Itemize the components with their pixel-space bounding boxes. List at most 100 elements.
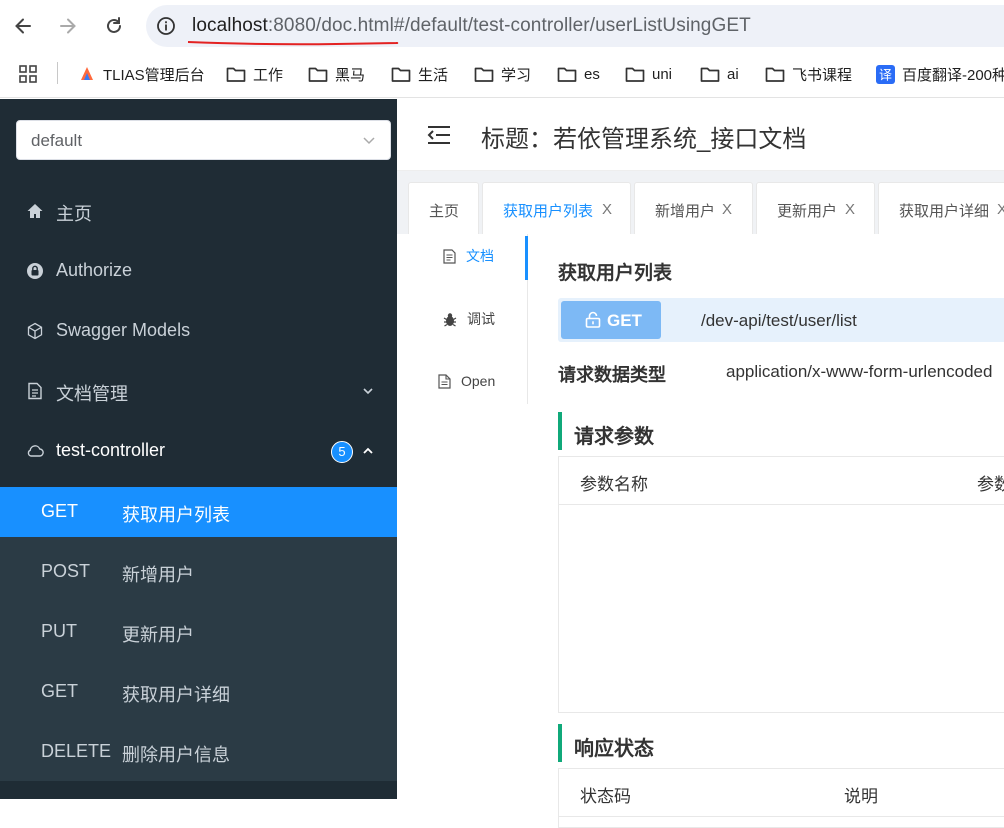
api-doc-content: 获取用户列表 GET /dev-api/test/user/list 请求数据类… (528, 234, 1004, 828)
request-type-value: application/x-www-form-urlencoded (726, 362, 993, 381)
forward-button[interactable] (55, 13, 81, 39)
tab-close-button[interactable]: X (997, 201, 1004, 218)
folder-icon (700, 67, 720, 82)
bookmark-label: TLIAS管理后台 (103, 66, 205, 84)
tab-close-button[interactable]: X (722, 201, 732, 218)
docnav-label: 调试 (467, 311, 495, 327)
site-info-icon[interactable] (156, 16, 176, 41)
bookmark-label: 学习 (501, 66, 532, 84)
docnav-debug[interactable]: 调试 (443, 307, 495, 331)
api-item-add-user[interactable]: POST 新增用户 (0, 547, 397, 597)
docnav-open[interactable]: Open (438, 369, 495, 393)
tab-close-button[interactable]: X (602, 201, 612, 218)
tab-get-user-list[interactable]: 获取用户列表 X (482, 182, 631, 234)
bug-icon (443, 312, 457, 327)
tab-bar: 主页 获取用户列表 X 新增用户 X 更新用户 X 获取用户详细 X (397, 171, 1004, 234)
sidebar-item-label: Swagger Models (56, 320, 191, 340)
back-button[interactable] (10, 13, 36, 39)
request-type-label: 请求数据类型 (558, 365, 666, 385)
tab-get-user-detail[interactable]: 获取用户详细 X (878, 182, 1004, 234)
url-host: localhost (192, 15, 268, 36)
bookmark-folder-es[interactable]: es (557, 63, 600, 85)
bookmark-folder-work[interactable]: 工作 (226, 63, 283, 85)
folder-icon (308, 67, 328, 82)
cube-icon (27, 322, 43, 340)
translate-icon: 译 (876, 64, 895, 84)
bookmark-label: 飞书课程 (792, 66, 853, 84)
sidebar-item-label: Authorize (56, 260, 133, 280)
file-icon (438, 373, 451, 389)
column-header-description: 说明 (844, 787, 878, 806)
bookmark-tlias[interactable]: TLIAS管理后台 (78, 63, 205, 85)
api-path: /dev-api/test/user/list (701, 311, 857, 330)
group-select-value: default (31, 131, 83, 150)
section-heading-text: 请求参数 (574, 426, 654, 448)
tab-label: 获取用户详细 (899, 203, 990, 220)
api-method: PUT (41, 621, 77, 641)
api-title: 删除用户信息 (122, 745, 230, 765)
sidebar: default 主页 Authorize Swagger Models 文档管理… (0, 99, 397, 799)
bookmark-folder-study[interactable]: 学习 (474, 63, 531, 85)
column-header-param-name: 参数名称 (580, 475, 648, 494)
bookmark-folder-feishu[interactable]: 飞书课程 (765, 63, 852, 85)
tab-label: 主页 (429, 203, 460, 220)
url-path: :8080/doc.html#/default/test-controller/… (267, 15, 751, 36)
apps-button[interactable] (19, 63, 44, 85)
bookmark-folder-heima[interactable]: 黑马 (308, 63, 365, 85)
sidebar-item-home[interactable]: 主页 (0, 181, 397, 241)
tab-home[interactable]: 主页 (408, 182, 479, 234)
api-item-update-user[interactable]: PUT 更新用户 (0, 607, 397, 657)
api-method: POST (41, 561, 91, 581)
folder-icon (557, 67, 577, 82)
tab-add-user[interactable]: 新增用户 X (634, 182, 753, 234)
api-count-badge: 5 (331, 441, 353, 463)
chevron-down-icon (363, 388, 373, 395)
lock-icon (27, 263, 43, 279)
bookmark-baidu-translate[interactable]: 译 百度翻译-200种 (876, 63, 1004, 85)
folder-icon (226, 67, 246, 82)
docnav-label: 文档 (466, 248, 494, 264)
folder-icon (765, 67, 785, 82)
bookmarks-bar: TLIAS管理后台 工作 黑马 生活 学习 es uni ai 飞书课程 译 百… (0, 52, 1004, 98)
request-params-table: 参数名称 参数 (558, 456, 1004, 713)
url-text[interactable]: localhost:8080/doc.html#/default/test-co… (192, 15, 751, 37)
bookmark-folder-uni[interactable]: uni (625, 63, 672, 85)
menu-fold-button[interactable] (427, 125, 451, 150)
home-icon (27, 204, 43, 218)
bookmark-label: es (584, 65, 600, 83)
http-method-button[interactable]: GET (561, 301, 661, 339)
sidebar-item-doc-management[interactable]: 文档管理 (0, 361, 397, 421)
docnav-doc[interactable]: 文档 (443, 244, 494, 268)
browser-toolbar: localhost:8080/doc.html#/default/test-co… (0, 0, 1004, 52)
tlias-favicon-icon (81, 67, 93, 80)
method-path-bar: GET /dev-api/test/user/list (558, 298, 1004, 342)
bookmark-folder-ai[interactable]: ai (700, 63, 739, 85)
document-icon (28, 382, 42, 400)
api-doc-title: 获取用户列表 (558, 263, 673, 284)
group-select[interactable]: default (16, 120, 391, 160)
request-params-heading: 请求参数 (558, 412, 1004, 450)
sidebar-item-label: 文档管理 (56, 384, 128, 404)
page-title: 标题：若依管理系统_接口文档 (481, 126, 807, 153)
bookmark-label: 工作 (253, 66, 284, 84)
doc-side-nav: 文档 调试 Open (397, 234, 528, 404)
folder-icon (625, 67, 645, 82)
address-bar[interactable]: localhost:8080/doc.html#/default/test-co… (146, 5, 1004, 47)
arrow-left-icon (15, 18, 31, 34)
folder-icon (474, 67, 494, 82)
bookmark-label: 生活 (418, 66, 449, 84)
bookmark-label: 黑马 (335, 66, 366, 84)
api-item-get-user-detail[interactable]: GET 获取用户详细 (0, 667, 397, 717)
tab-close-button[interactable]: X (845, 201, 855, 218)
sidebar-item-swagger-models[interactable]: Swagger Models (0, 301, 397, 361)
sidebar-item-authorize[interactable]: Authorize (0, 241, 397, 301)
api-item-delete-user[interactable]: DELETE 删除用户信息 (0, 727, 397, 777)
api-method: GET (41, 501, 79, 521)
bookmark-folder-life[interactable]: 生活 (391, 63, 448, 85)
reload-button[interactable] (101, 13, 127, 39)
tab-update-user[interactable]: 更新用户 X (756, 182, 875, 234)
bookmark-label: ai (727, 65, 739, 83)
bookmark-label: 百度翻译-200种 (902, 66, 1004, 84)
api-item-get-user-list[interactable]: GET 获取用户列表 (0, 487, 397, 537)
main-header: 标题：若依管理系统_接口文档 (397, 99, 1004, 171)
